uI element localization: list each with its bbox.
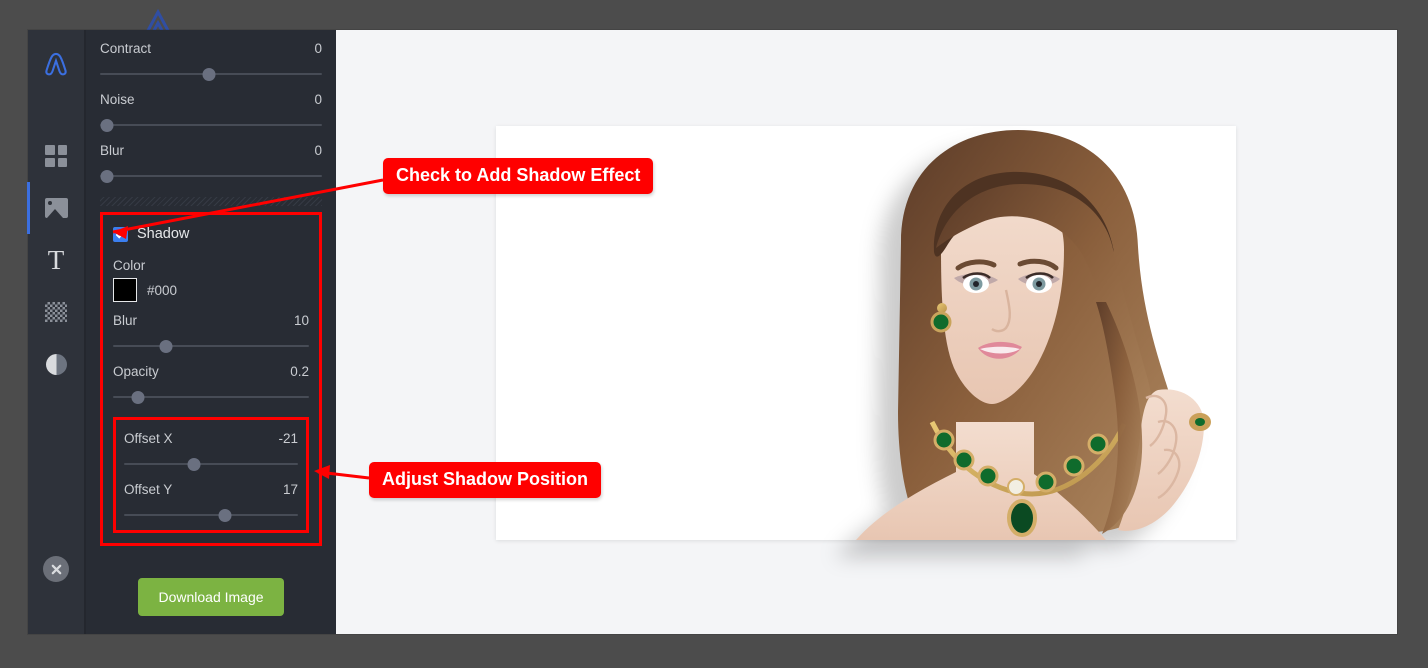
slider-rail bbox=[124, 463, 298, 465]
portrait-photo[interactable] bbox=[806, 122, 1236, 540]
sidebar-item-transparency[interactable] bbox=[27, 286, 85, 338]
close-editor-button[interactable] bbox=[43, 556, 69, 582]
annotation-offset-callout: Adjust Shadow Position bbox=[369, 462, 601, 498]
slider-label: Offset X bbox=[124, 431, 173, 446]
download-area: Download Image bbox=[86, 578, 336, 616]
color-hex-value: #000 bbox=[147, 282, 178, 298]
shadow-offset-section: Offset X -21 Offset Y 17 bbox=[113, 417, 309, 533]
slider-value: 0 bbox=[314, 143, 322, 158]
slider-blur[interactable]: Blur 0 bbox=[100, 132, 322, 183]
color-swatch[interactable] bbox=[113, 278, 137, 302]
editor-window: T Contract 0 Noise 0 Blur 0 Shadow Color… bbox=[27, 30, 1397, 634]
slider-value: 0 bbox=[314, 92, 322, 107]
shadow-checkbox[interactable] bbox=[113, 226, 128, 242]
slider-value: 0.2 bbox=[290, 364, 309, 379]
grid-icon bbox=[45, 145, 67, 167]
slider-value: 10 bbox=[293, 313, 309, 328]
slider-thumb[interactable] bbox=[100, 170, 114, 183]
slider-value: -21 bbox=[278, 431, 298, 446]
section-divider bbox=[100, 197, 322, 206]
screen: T Contract 0 Noise 0 Blur 0 Shadow Color… bbox=[0, 0, 1428, 668]
sidebar-rail: T bbox=[27, 30, 86, 634]
image-icon bbox=[44, 198, 68, 218]
sidebar-item-image[interactable] bbox=[27, 182, 85, 234]
shadow-toggle-row[interactable]: Shadow bbox=[113, 223, 309, 244]
slider-thumb[interactable] bbox=[131, 391, 145, 404]
slider-rail bbox=[100, 124, 322, 126]
slider-rail bbox=[113, 345, 309, 347]
slider-track[interactable] bbox=[100, 118, 322, 132]
download-image-button[interactable]: Download Image bbox=[138, 578, 284, 616]
sidebar-item-text[interactable]: T bbox=[27, 234, 85, 286]
slider-label: Offset Y bbox=[124, 482, 173, 497]
slider-contract[interactable]: Contract 0 bbox=[100, 30, 322, 81]
slider-offset-y[interactable]: Offset Y 17 bbox=[124, 471, 298, 522]
canvas-area[interactable] bbox=[336, 30, 1397, 634]
slider-offset-x[interactable]: Offset X -21 bbox=[124, 420, 298, 471]
slider-value: 0 bbox=[314, 41, 322, 56]
slider-shadow-blur[interactable]: Blur 10 bbox=[113, 302, 309, 353]
slider-thumb[interactable] bbox=[218, 509, 232, 522]
slider-rail bbox=[100, 175, 322, 177]
slider-shadow-opacity[interactable]: Opacity 0.2 bbox=[113, 353, 309, 404]
slider-track[interactable] bbox=[113, 390, 309, 404]
text-icon: T bbox=[47, 244, 65, 275]
annotation-shadow-callout: Check to Add Shadow Effect bbox=[383, 158, 654, 194]
slider-track[interactable] bbox=[100, 169, 322, 183]
slider-label: Blur bbox=[113, 313, 138, 328]
app-logo bbox=[39, 48, 73, 82]
slider-track[interactable] bbox=[124, 457, 298, 471]
sidebar-item-adjust[interactable] bbox=[27, 338, 85, 390]
color-picker-row[interactable]: #000 bbox=[113, 278, 309, 302]
slider-thumb[interactable] bbox=[187, 458, 201, 471]
color-label: Color bbox=[113, 258, 146, 273]
slider-track[interactable] bbox=[100, 67, 322, 81]
slider-noise[interactable]: Noise 0 bbox=[100, 81, 322, 132]
sidebar-item-templates[interactable] bbox=[27, 130, 85, 182]
slider-label: Blur bbox=[100, 143, 125, 158]
shadow-section: Shadow Color #000 Blur 10 Opacity 0.2 Of… bbox=[100, 212, 322, 546]
settings-panel: Contract 0 Noise 0 Blur 0 Shadow Color #… bbox=[86, 30, 336, 634]
slider-thumb[interactable] bbox=[202, 68, 216, 81]
contrast-icon bbox=[45, 353, 67, 375]
slider-thumb[interactable] bbox=[100, 119, 114, 132]
slider-rail bbox=[124, 514, 298, 516]
slider-track[interactable] bbox=[113, 339, 309, 353]
slider-label: Contract bbox=[100, 41, 152, 56]
slider-thumb[interactable] bbox=[159, 340, 173, 353]
checkmark-icon bbox=[115, 230, 126, 239]
slider-track[interactable] bbox=[124, 508, 298, 522]
shadow-section-title: Shadow bbox=[137, 226, 190, 242]
slider-label: Noise bbox=[100, 92, 135, 107]
close-icon bbox=[51, 564, 61, 574]
checkerboard-icon bbox=[45, 302, 67, 322]
slider-value: 17 bbox=[282, 482, 298, 497]
slider-label: Opacity bbox=[113, 364, 159, 379]
